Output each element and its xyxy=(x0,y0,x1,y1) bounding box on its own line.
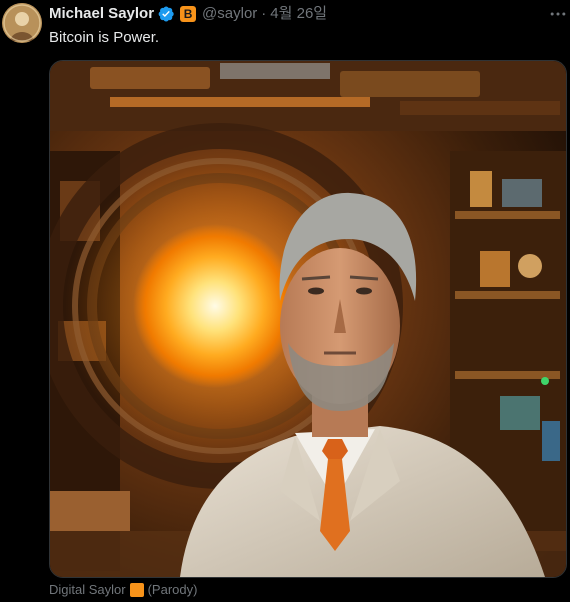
verified-badge-icon[interactable] xyxy=(157,5,175,23)
tweet-header: Michael Saylor B @saylor · 4월 26일 xyxy=(49,4,327,24)
media-caption: Digital Saylor (Parody) xyxy=(49,581,197,599)
avatar[interactable] xyxy=(2,3,42,43)
more-options-icon[interactable] xyxy=(548,4,568,24)
tweet-media-image[interactable] xyxy=(49,60,567,578)
caption-name: Digital Saylor xyxy=(49,582,126,597)
caption-suffix: (Parody) xyxy=(147,582,198,597)
tweet-text: Bitcoin is Power. xyxy=(49,29,160,46)
author-name[interactable]: Michael Saylor xyxy=(49,4,154,24)
author-handle[interactable]: @saylor xyxy=(202,4,257,24)
bitcoin-affiliation-icon[interactable]: B xyxy=(180,6,197,22)
tweet-timestamp[interactable]: 4월 26일 xyxy=(270,4,327,24)
bitcoin-badge-icon xyxy=(129,583,144,597)
separator-dot: · xyxy=(261,5,267,22)
tweet-card[interactable]: Michael Saylor B @saylor · 4월 26일 Bitcoi… xyxy=(0,0,570,602)
